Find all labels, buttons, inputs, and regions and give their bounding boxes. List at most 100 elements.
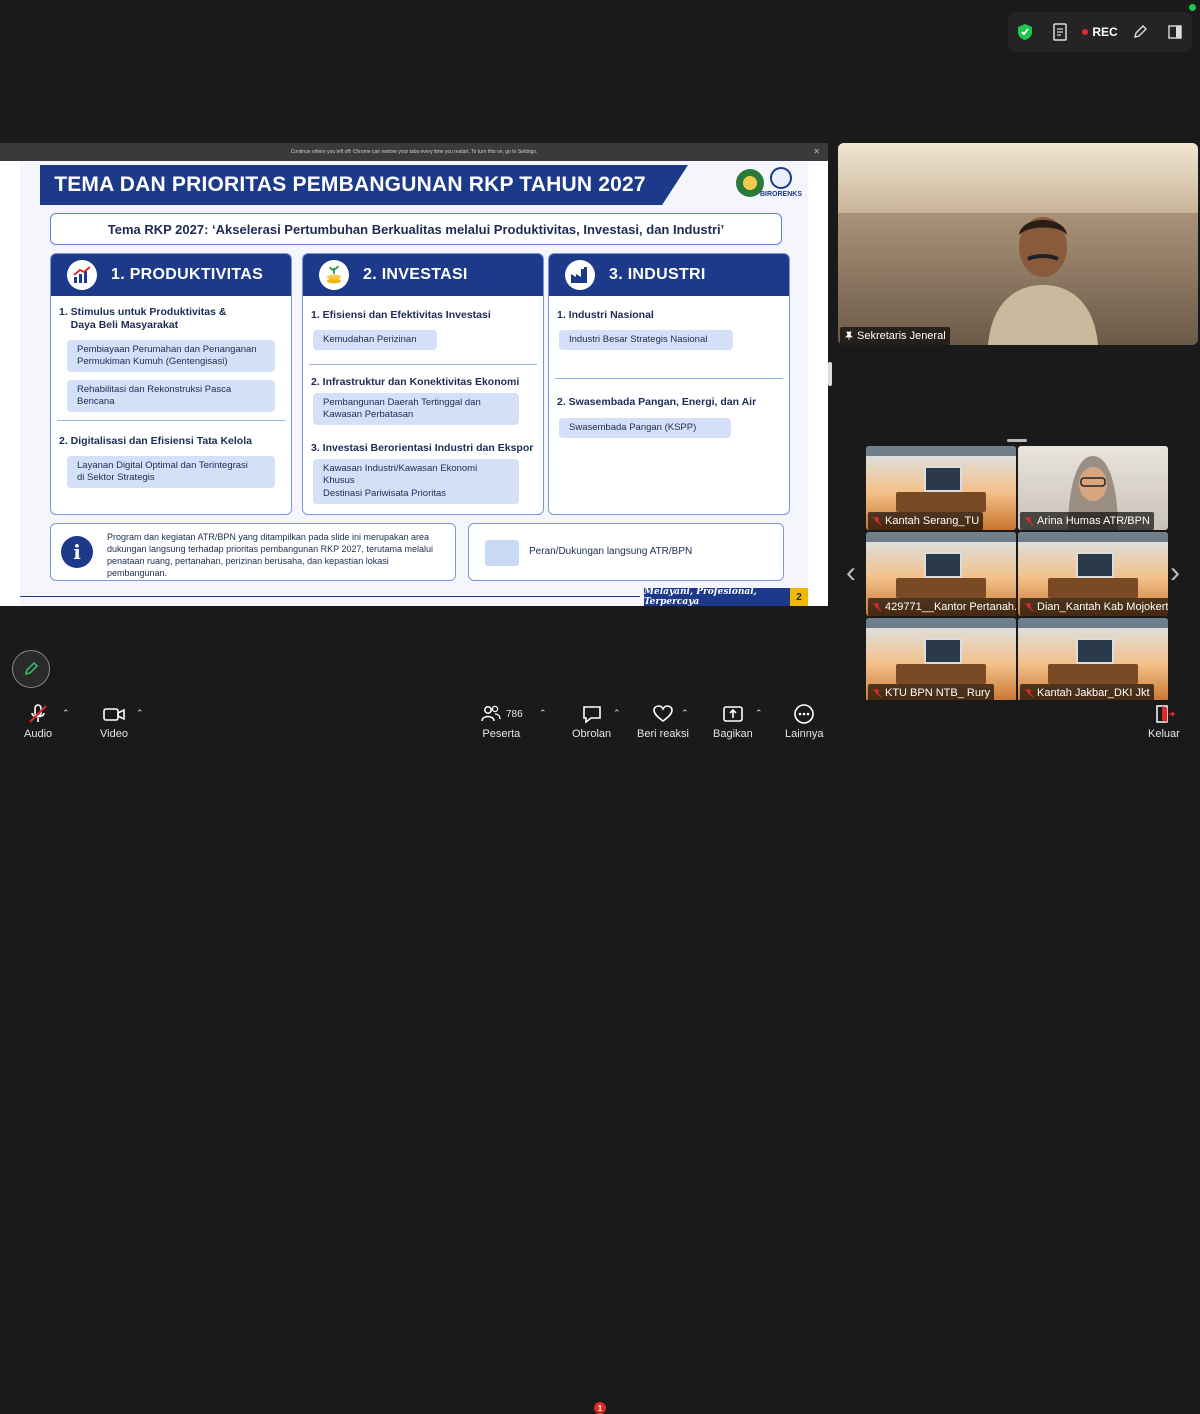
pencil-icon xyxy=(24,661,39,676)
footer-line xyxy=(20,596,640,597)
program-item: Swasembada Pangan (KSPP) xyxy=(559,418,731,438)
virtual-background-banner xyxy=(1018,618,1168,628)
shield-icon[interactable] xyxy=(1013,20,1037,44)
participant-name: Kantah Serang_TU xyxy=(885,515,980,527)
mic-muted-icon xyxy=(1024,688,1034,698)
reactions-options-chevron-icon[interactable]: ⌃ xyxy=(681,708,689,719)
participant-tile[interactable]: Kantah Jakbar_DKI Jkt xyxy=(1018,618,1168,702)
mic-muted-icon xyxy=(872,602,882,612)
participant-tile[interactable]: KTU BPN NTB_ Rury xyxy=(866,618,1016,702)
participants-button[interactable]: 786 Peserta xyxy=(480,704,523,740)
more-icon xyxy=(794,704,815,724)
tv-screen xyxy=(1076,552,1114,578)
meeting-controls: Audio ⌃ Video ⌃ 786 Peserta ⌃ Obrolan 1 … xyxy=(0,700,1200,1414)
video-options-chevron-icon[interactable]: ⌃ xyxy=(136,708,144,719)
desk xyxy=(896,492,986,512)
column-investasi: 2. INVESTASI 1. Efisiensi dan Efektivita… xyxy=(302,253,544,515)
layout-icon[interactable] xyxy=(1163,20,1187,44)
leave-label: Keluar xyxy=(1148,728,1180,740)
panel-resize-handle[interactable] xyxy=(1007,439,1027,442)
chevron-left-icon[interactable]: ‹ xyxy=(846,556,856,590)
participants-options-chevron-icon[interactable]: ⌃ xyxy=(539,708,547,719)
more-button[interactable]: Lainnya xyxy=(785,704,824,740)
info-text: Program dan kegiatan ATR/BPN yang ditamp… xyxy=(107,532,434,578)
column-title: 3. INDUSTRI xyxy=(609,266,706,283)
birorenks-logo-icon xyxy=(770,167,792,189)
share-button[interactable]: Bagikan xyxy=(713,704,753,740)
chat-button[interactable]: Obrolan xyxy=(572,704,611,740)
tv-screen xyxy=(924,552,962,578)
virtual-background-banner xyxy=(1018,532,1168,542)
mic-muted-icon xyxy=(29,704,47,723)
reactions-label: Beri reaksi xyxy=(637,728,689,740)
annotate-button[interactable] xyxy=(12,650,50,688)
participant-name: 429771__Kantor Pertanah... xyxy=(885,601,1016,613)
audio-button[interactable]: Audio xyxy=(24,704,52,740)
mic-muted-icon xyxy=(1024,602,1034,612)
participant-tile[interactable]: Kantah Serang_TU xyxy=(866,446,1016,530)
close-icon[interactable]: ✕ xyxy=(813,147,820,156)
participant-tile[interactable]: Arina Humas ATR/BPN xyxy=(1018,446,1168,530)
participant-name: Arina Humas ATR/BPN xyxy=(1037,515,1150,527)
notes-icon[interactable] xyxy=(1048,20,1072,44)
slide-footer: Melayani, Profesional, Terpercaya 2 xyxy=(20,586,808,606)
meeting-toolbar: REC xyxy=(1008,12,1192,52)
desk xyxy=(896,664,986,684)
speaker-video-tile[interactable]: Sekretaris Jeneral xyxy=(838,143,1198,345)
speaker-name-tag: Sekretaris Jeneral xyxy=(840,327,950,345)
share-options-chevron-icon[interactable]: ⌃ xyxy=(755,708,763,719)
program-item: Rehabilitasi dan Rekonstruksi Pasca Benc… xyxy=(67,380,275,412)
audio-options-chevron-icon[interactable]: ⌃ xyxy=(62,708,70,719)
participant-tile[interactable]: 429771__Kantor Pertanah... xyxy=(866,532,1016,616)
pen-icon[interactable] xyxy=(1128,20,1152,44)
column-header: 1. PRODUKTIVITAS xyxy=(51,254,291,296)
section-heading: 2. Digitalisasi dan Efisiensi Tata Kelol… xyxy=(59,435,252,447)
legend-box: Peran/Dukungan langsung ATR/BPN xyxy=(468,523,784,581)
browser-notice: Continue where you left off: Chrome can … xyxy=(0,143,828,161)
participants-label: Peserta xyxy=(482,728,521,740)
mic-muted-icon xyxy=(1024,516,1034,526)
chat-label: Obrolan xyxy=(572,728,612,740)
leave-icon xyxy=(1156,705,1175,723)
speaker-avatar xyxy=(988,217,1098,345)
video-button[interactable]: Video xyxy=(100,704,128,740)
mic-muted-icon xyxy=(872,688,882,698)
leave-button[interactable]: Keluar xyxy=(1148,704,1180,740)
rec-label: REC xyxy=(1092,25,1118,39)
camera-icon xyxy=(103,708,125,721)
video-label: Video xyxy=(100,728,128,740)
participant-tile[interactable]: Dian_Kantah Kab Mojokerto xyxy=(1018,532,1168,616)
participant-name-tag: Dian_Kantah Kab Mojokerto xyxy=(1020,598,1168,616)
participant-name: Kantah Jakbar_DKI Jkt xyxy=(1037,687,1150,699)
chat-unread-badge: 1 xyxy=(594,1402,606,1414)
section-heading: 2. Swasembada Pangan, Energi, dan Air xyxy=(557,396,757,408)
people-icon xyxy=(481,705,501,722)
column-header: 2. INVESTASI xyxy=(303,254,543,296)
column-header: 3. INDUSTRI xyxy=(549,254,789,296)
section-divider xyxy=(57,420,285,421)
speaker-name: Sekretaris Jeneral xyxy=(857,330,946,342)
section-heading: 1. Efisiensi dan Efektivitas Investasi xyxy=(311,309,491,321)
virtual-background-banner xyxy=(866,618,1016,628)
participants-count: 786 xyxy=(506,708,523,720)
org-label: BIRORENKS xyxy=(760,191,803,198)
participant-name: Dian_Kantah Kab Mojokerto xyxy=(1037,601,1168,613)
program-item: Industri Besar Strategis Nasional xyxy=(559,330,733,350)
slide-logos: BIRORENKS xyxy=(732,163,806,203)
section-heading: 2. Infrastruktur dan Konektivitas Ekonom… xyxy=(311,376,520,388)
section-divider xyxy=(309,364,537,365)
splitter-handle[interactable] xyxy=(828,362,832,386)
participant-name-tag: 429771__Kantor Pertanah... xyxy=(868,598,1016,616)
program-item: Destinasi Pariwisata Prioritas xyxy=(313,484,519,504)
section-heading: 1. Stimulus untuk Produktivitas & Daya B… xyxy=(59,306,227,331)
chat-options-chevron-icon[interactable]: ⌃ xyxy=(613,708,621,719)
chevron-right-icon[interactable]: › xyxy=(1170,556,1180,590)
column-title: 2. INVESTASI xyxy=(363,266,468,283)
share-label: Bagikan xyxy=(713,728,753,740)
program-item: Pembangunan Daerah Tertinggal dan Kawasa… xyxy=(313,393,519,425)
participant-name-tag: Kantah Serang_TU xyxy=(868,512,984,530)
recording-indicator[interactable]: REC xyxy=(1082,25,1118,39)
factory-icon xyxy=(565,260,595,290)
column-produktivitas: 1. PRODUKTIVITAS 1. Stimulus untuk Produ… xyxy=(50,253,292,515)
shared-screen[interactable]: Continue where you left off: Chrome can … xyxy=(0,143,828,606)
